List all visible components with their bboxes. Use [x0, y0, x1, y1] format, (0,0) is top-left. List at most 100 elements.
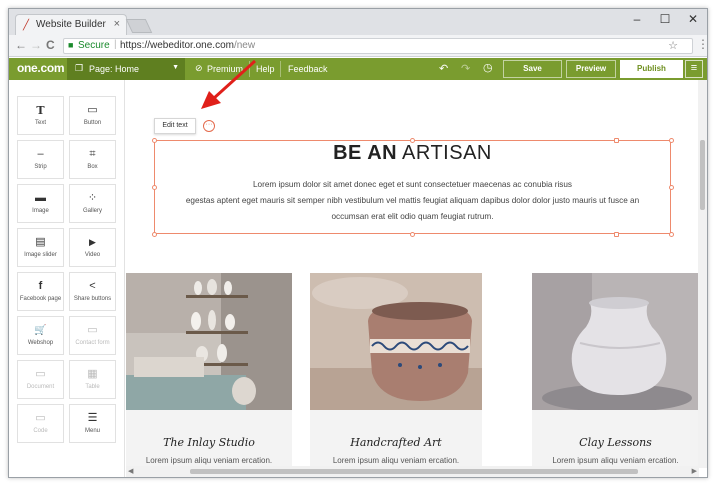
tile-menu[interactable]: ☰ Menu: [69, 404, 116, 443]
minimize-button[interactable]: –: [624, 12, 650, 26]
tile-share-buttons[interactable]: < Share buttons: [69, 272, 116, 311]
tab-strip: ╱ Website Builder × – ☐ ✕: [9, 9, 707, 35]
code-icon: ▭: [35, 412, 46, 424]
studio-photo: [126, 273, 292, 410]
more-options-button[interactable]: ···: [203, 120, 215, 132]
lock-icon: ■: [68, 40, 74, 50]
forward-icon[interactable]: →: [30, 38, 42, 52]
url-text: https://webeditor.one.com/new: [120, 40, 255, 51]
tile-document[interactable]: ▭ Document: [17, 360, 64, 399]
card-title[interactable]: The Inlay Studio: [126, 436, 292, 449]
publish-button[interactable]: Publish: [620, 60, 683, 78]
elements-panel: T Text ▭ Button – Strip ⌗ Box ▬ Image ⁘ Galler…: [9, 80, 125, 477]
tile-button[interactable]: ▭ Button: [69, 96, 116, 135]
tile-box[interactable]: ⌗ Box: [69, 140, 116, 179]
tile-video[interactable]: ▶ Video: [69, 228, 116, 267]
maximize-button[interactable]: ☐: [652, 12, 678, 26]
browser-toolbar: ← → C ■ Secure | https://webeditor.one.c…: [9, 35, 707, 57]
tile-strip[interactable]: – Strip: [17, 140, 64, 179]
page-selector-label: Page: Home: [89, 64, 140, 74]
hamburger-menu-icon[interactable]: ≡: [685, 60, 703, 78]
browser-tab[interactable]: ╱ Website Builder ×: [15, 14, 127, 35]
tile-contact-form[interactable]: ▭ Contact form: [69, 316, 116, 355]
scrollbar-thumb[interactable]: [190, 469, 638, 474]
secure-label: Secure: [78, 40, 110, 51]
resize-handle[interactable]: [152, 185, 157, 190]
tile-code[interactable]: ▭ Code: [17, 404, 64, 443]
share-icon: <: [89, 280, 96, 292]
undo-icon[interactable]: ↶: [439, 62, 448, 75]
resize-handle[interactable]: [669, 138, 674, 143]
redo-icon[interactable]: ↷: [461, 62, 470, 75]
resize-handle[interactable]: [152, 138, 157, 143]
tile-label: Menu: [84, 428, 100, 434]
tile-facebook-page[interactable]: f Facebook page: [17, 272, 64, 311]
cart-icon: 🛒: [34, 325, 47, 336]
url-path: /new: [233, 40, 256, 51]
tile-gallery[interactable]: ⁘ Gallery: [69, 184, 116, 223]
tile-label: Contact form: [75, 340, 110, 346]
scrollbar-thumb[interactable]: [700, 140, 705, 210]
tile-label: Strip: [34, 164, 47, 170]
close-window-button[interactable]: ✕: [680, 12, 706, 26]
resize-handle[interactable]: [669, 185, 674, 190]
reload-icon[interactable]: C: [46, 38, 55, 52]
tile-webshop[interactable]: 🛒 Webshop: [17, 316, 64, 355]
selection-box: [154, 140, 671, 234]
pencil-icon: ╱: [23, 20, 30, 31]
table-icon: ▦: [87, 368, 98, 380]
scroll-left-icon[interactable]: ◀: [128, 467, 133, 475]
tile-label: Video: [84, 252, 101, 258]
back-icon[interactable]: ←: [15, 38, 27, 52]
tile-image[interactable]: ▬ Image: [17, 184, 64, 223]
contact-form-icon: ▭: [87, 324, 98, 336]
resize-handle[interactable]: [410, 232, 415, 237]
browser-window: ╱ Website Builder × – ☐ ✕ ← → C ■ Secure…: [8, 8, 708, 478]
tile-label: Button: [83, 120, 102, 126]
page-selector[interactable]: ❐ Page: Home ▼: [67, 58, 185, 80]
vertical-scrollbar[interactable]: [698, 80, 707, 468]
tile-label: Document: [26, 384, 55, 390]
save-button[interactable]: Save: [503, 60, 562, 78]
tile-label: Box: [87, 164, 98, 170]
history-icon[interactable]: ◷: [483, 61, 493, 74]
preview-button[interactable]: Preview: [566, 60, 616, 78]
tile-table[interactable]: ▦ Table: [69, 360, 116, 399]
tile-label: Text: [34, 120, 46, 126]
card-title[interactable]: Handcrafted Art: [310, 436, 482, 449]
card-text[interactable]: Lorem ipsum aliqu veniam ercation.: [126, 456, 292, 465]
card-image-studio[interactable]: [126, 273, 292, 410]
tile-label: Image slider: [24, 252, 57, 258]
feedback-link[interactable]: Feedback: [288, 64, 328, 74]
card-title[interactable]: Clay Lessons: [532, 436, 699, 449]
button-icon: ▭: [87, 104, 98, 116]
page-icon: ❐: [75, 63, 84, 73]
tile-text[interactable]: T Text: [17, 96, 64, 135]
tile-image-slider[interactable]: ▤ Image slider: [17, 228, 64, 267]
url-host: webeditor.one.com: [150, 40, 234, 51]
scroll-right-icon[interactable]: ▶: [692, 467, 697, 475]
tab-title: Website Builder: [36, 19, 106, 30]
tab-close-icon[interactable]: ×: [114, 18, 120, 30]
resize-handle[interactable]: [669, 232, 674, 237]
browser-menu-icon[interactable]: ⋮: [697, 37, 707, 51]
horizontal-scrollbar[interactable]: ◀ ▶: [126, 466, 699, 477]
box-icon: ⌗: [89, 148, 96, 160]
resize-handle[interactable]: [614, 138, 619, 143]
card-image-art[interactable]: [310, 273, 482, 410]
resize-handle[interactable]: [152, 232, 157, 237]
address-bar[interactable]: ■ Secure | https://webeditor.one.com/new…: [63, 38, 693, 54]
card-text[interactable]: Lorem ipsum aliqu veniam ercation.: [310, 456, 482, 465]
builder-toolbar: one.com ❐ Page: Home ▼ ⊘ Premium Help Fe…: [9, 58, 707, 80]
tile-label: Share buttons: [73, 296, 112, 302]
new-tab-button[interactable]: [125, 19, 153, 33]
bookmark-star-icon[interactable]: ☆: [668, 39, 678, 52]
editor-canvas[interactable]: Edit text ··· BE AN ARTISAN Lorem ipsum …: [126, 80, 699, 468]
resize-handle[interactable]: [614, 232, 619, 237]
card-text[interactable]: Lorem ipsum aliqu veniam ercation.: [532, 456, 699, 465]
url-scheme: https://: [120, 40, 151, 51]
divider: [280, 61, 281, 77]
resize-handle[interactable]: [410, 138, 415, 143]
edit-text-button[interactable]: Edit text: [154, 118, 196, 134]
card-image-lessons[interactable]: [532, 273, 699, 410]
